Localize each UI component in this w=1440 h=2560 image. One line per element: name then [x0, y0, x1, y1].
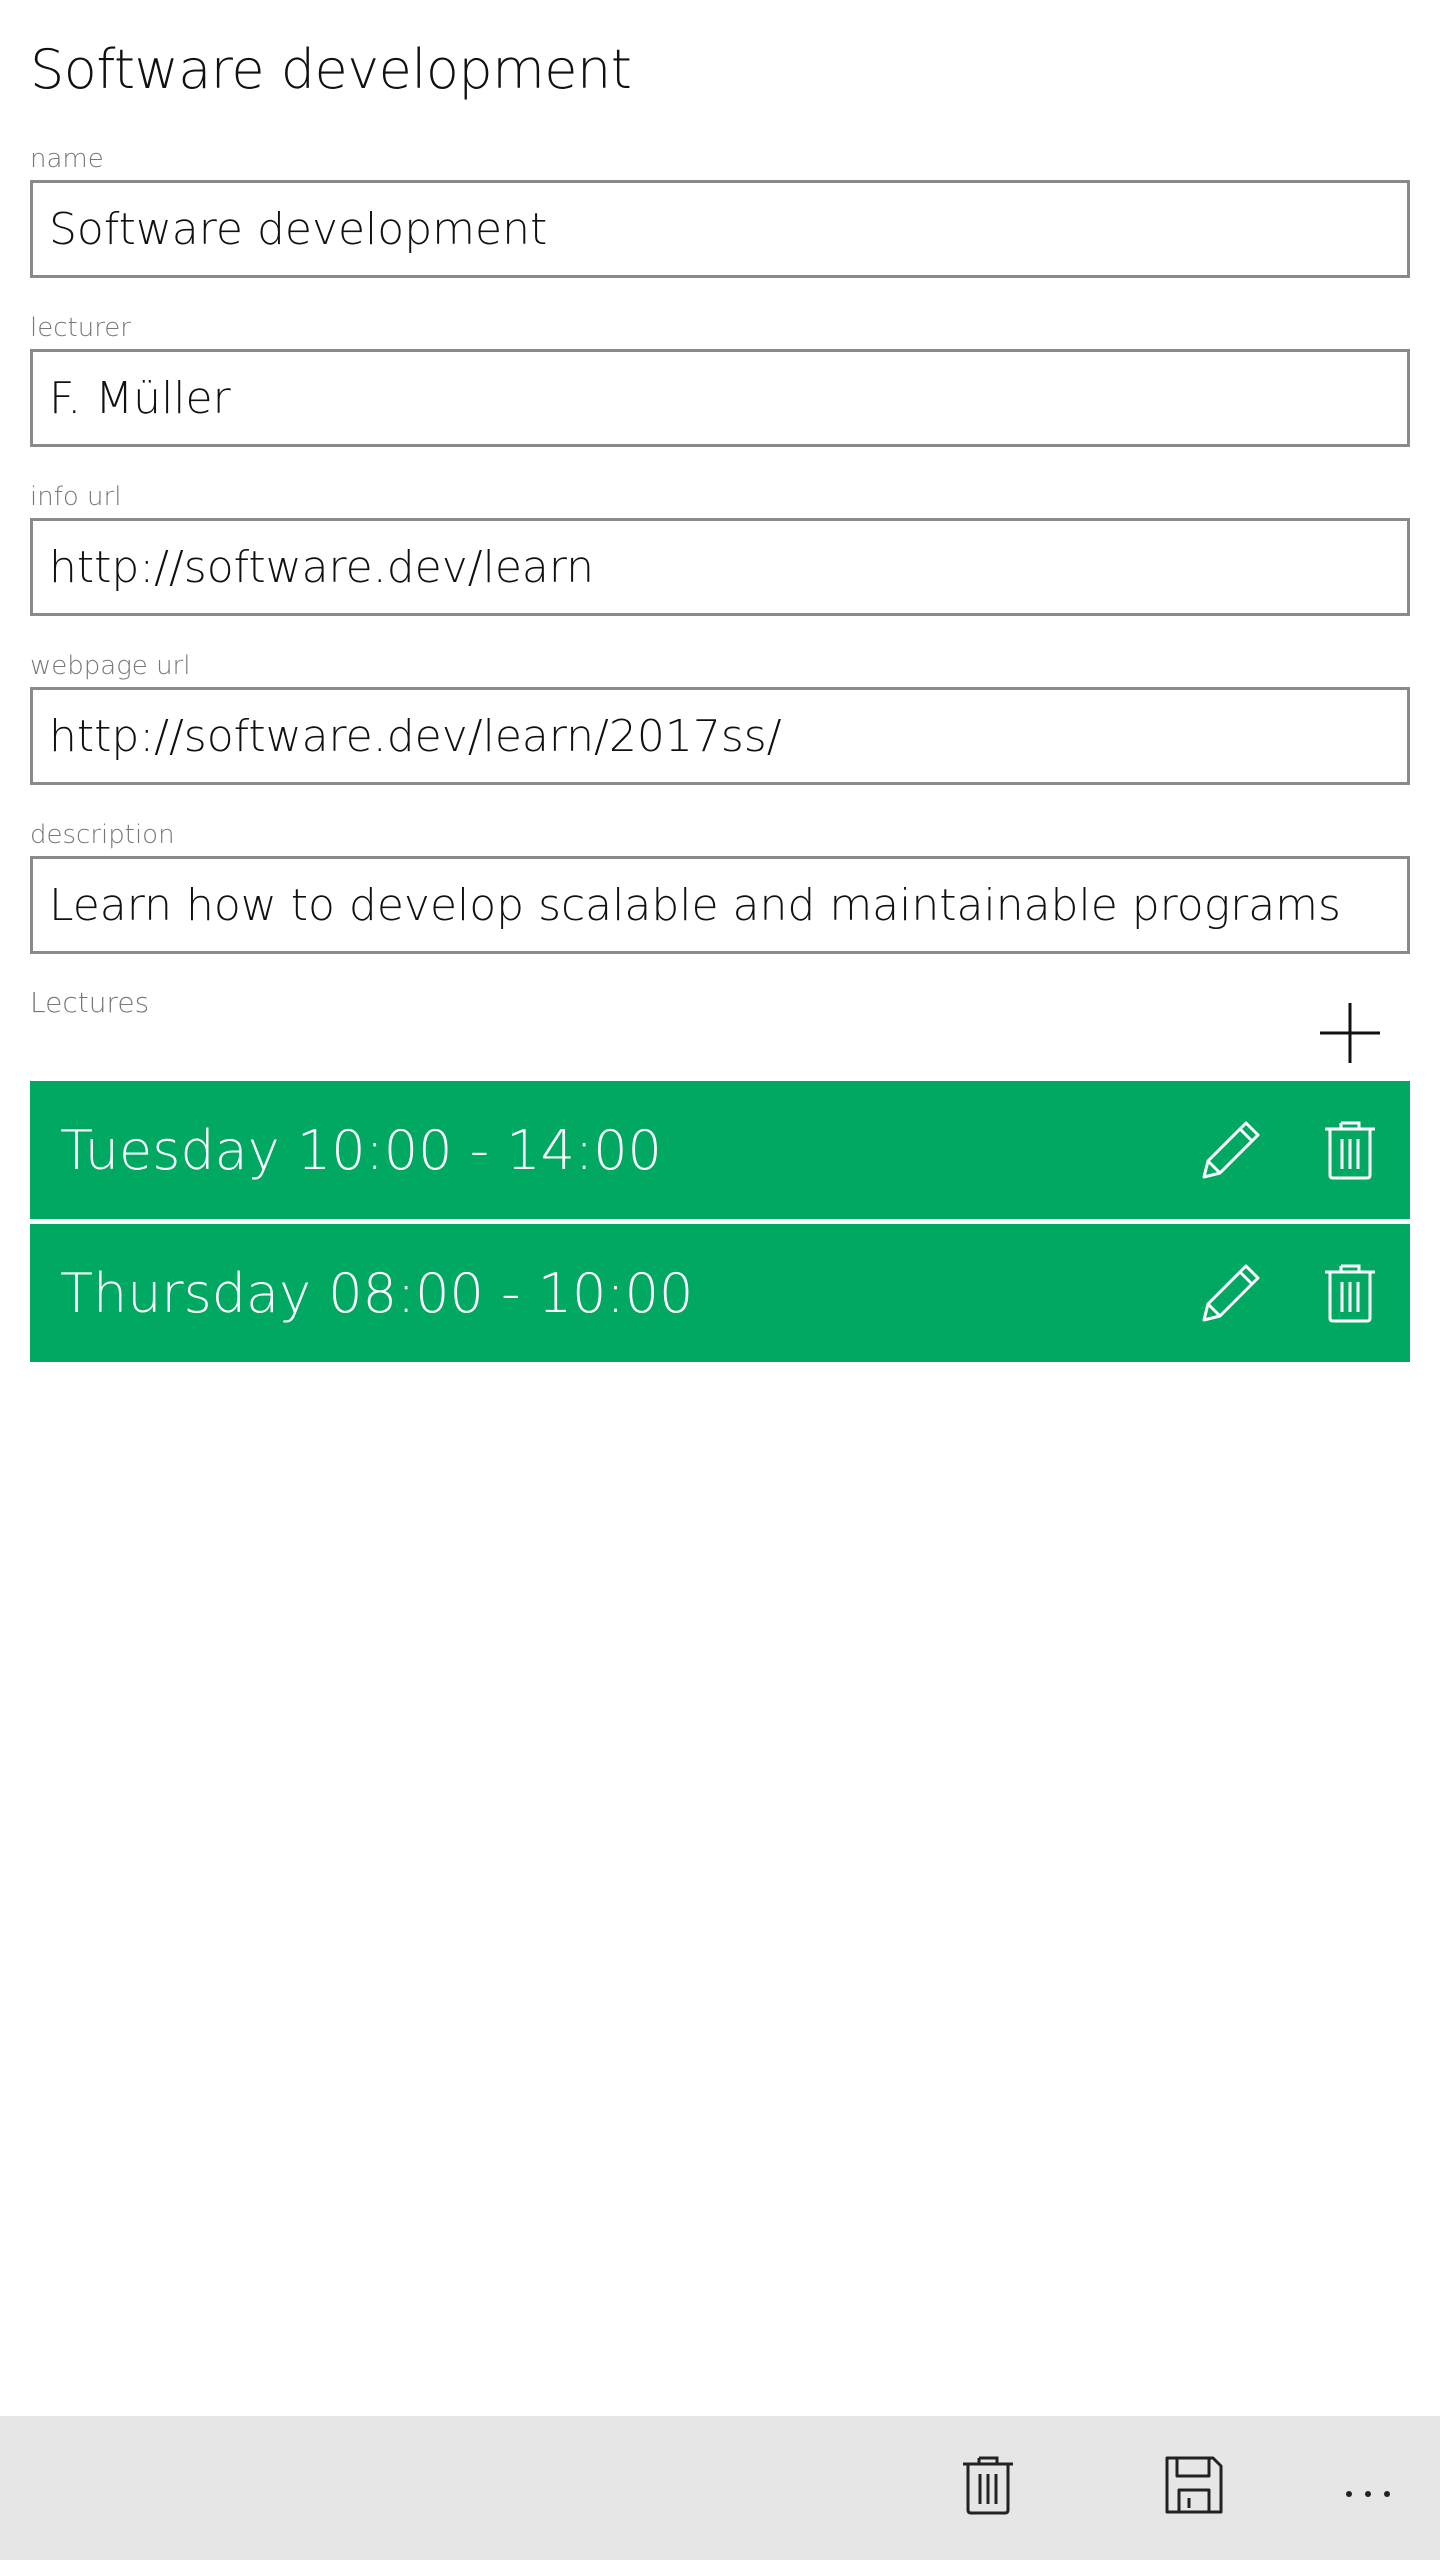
edit-lecture-button[interactable] — [1198, 1117, 1264, 1183]
lecture-item-label: Thursday 08:00 - 10:00 — [60, 1261, 694, 1325]
name-input[interactable] — [49, 203, 1407, 255]
more-ellipsis-icon — [1346, 2491, 1390, 2497]
floppy-disk-icon — [1165, 2456, 1223, 2514]
description-label: description — [30, 820, 175, 850]
webpage-url-input[interactable] — [49, 710, 1407, 762]
edit-lecture-button[interactable] — [1198, 1260, 1264, 1326]
lectures-section-label: Lectures — [30, 986, 150, 1019]
lecture-item-label: Tuesday 10:00 - 14:00 — [60, 1118, 662, 1182]
lecture-list-item[interactable]: Tuesday 10:00 - 14:00 — [30, 1081, 1410, 1219]
lecturer-input[interactable] — [49, 372, 1407, 424]
description-field-box[interactable] — [30, 856, 1410, 954]
name-field-box[interactable] — [30, 180, 1410, 278]
info-url-field-box[interactable] — [30, 518, 1410, 616]
bottom-app-bar — [0, 2416, 1440, 2560]
add-lecture-button[interactable] — [1317, 1000, 1383, 1066]
delete-course-button[interactable] — [955, 2452, 1021, 2518]
description-input[interactable] — [49, 879, 1407, 931]
lecturer-label: lecturer — [30, 313, 131, 343]
trash-icon — [1325, 1264, 1375, 1323]
lecture-list-item[interactable]: Thursday 08:00 - 10:00 — [30, 1224, 1410, 1362]
name-label: name — [30, 144, 104, 174]
trash-icon — [963, 2456, 1013, 2515]
save-button[interactable] — [1161, 2452, 1227, 2518]
info-url-label: info url — [30, 482, 122, 512]
trash-icon — [1325, 1121, 1375, 1180]
delete-lecture-button[interactable] — [1317, 1117, 1383, 1183]
webpage-url-label: webpage url — [30, 651, 191, 681]
pencil-icon — [1202, 1121, 1260, 1179]
pencil-icon — [1202, 1264, 1260, 1322]
webpage-url-field-box[interactable] — [30, 687, 1410, 785]
delete-lecture-button[interactable] — [1317, 1260, 1383, 1326]
info-url-input[interactable] — [49, 541, 1407, 593]
lecturer-field-box[interactable] — [30, 349, 1410, 447]
plus-icon — [1320, 1003, 1380, 1063]
page-title: Software development — [30, 38, 632, 101]
more-button[interactable] — [1335, 2452, 1401, 2518]
